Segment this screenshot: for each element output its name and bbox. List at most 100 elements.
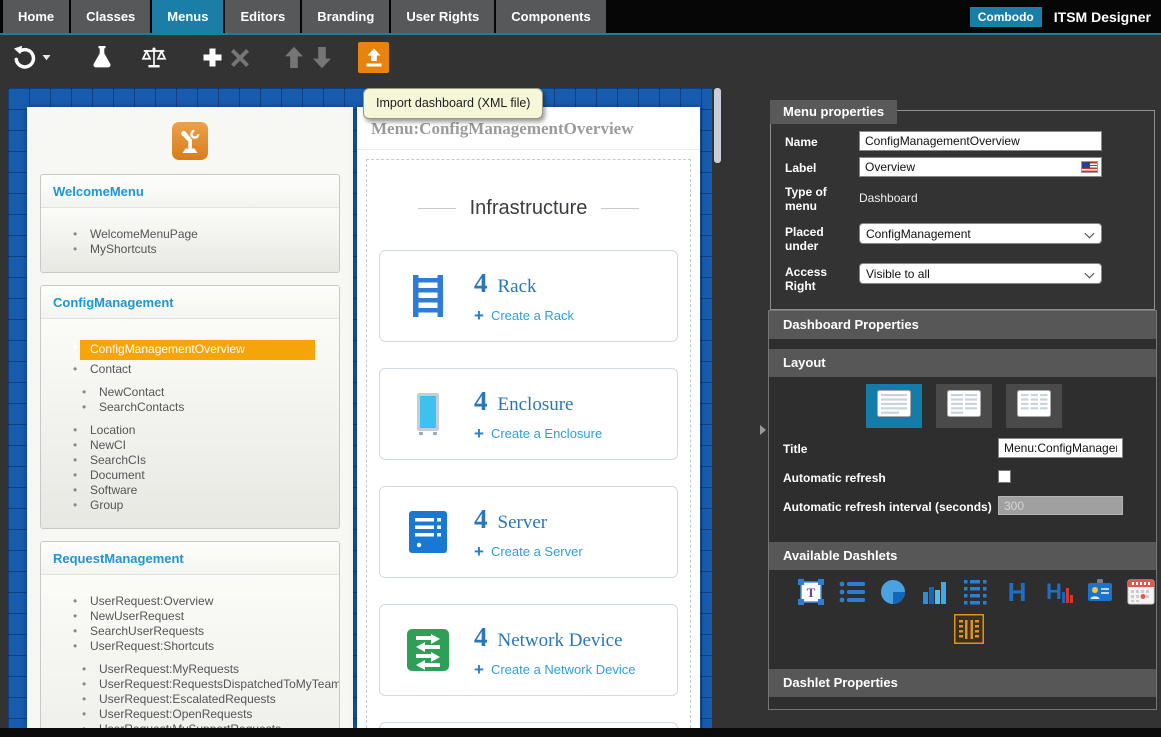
menu-tree-item-label: UserRequest:Overview — [90, 594, 213, 608]
layout-one-column-button[interactable] — [866, 384, 922, 428]
create-link[interactable]: + Create a Rack — [474, 307, 574, 324]
menu-tree-item[interactable]: Group — [41, 498, 339, 513]
menu-tree-item[interactable]: UserRequest:EscalatedRequests — [41, 692, 339, 707]
panel-expander-icon[interactable] — [760, 425, 766, 435]
dashlet-list-button[interactable] — [837, 577, 866, 607]
nav-tab-editors[interactable]: Editors — [225, 0, 300, 33]
create-link[interactable]: + Create a Server — [474, 543, 583, 560]
us-flag-icon[interactable] — [1081, 161, 1098, 173]
layout-thumbnail-icon — [877, 390, 911, 422]
nav-tab-home[interactable]: Home — [3, 0, 69, 33]
dashlet-properties-header: Dashlet Properties — [769, 669, 1156, 697]
nav-right: Combodo ITSM Designer — [970, 0, 1151, 33]
menu-tree-item-label: ConfigManagementOverview — [80, 340, 315, 360]
available-dashlets-header: Available Dashlets — [769, 542, 1156, 570]
dashboard-properties-group: Dashboard Properties Layout — [768, 310, 1157, 710]
move-down-button[interactable] — [308, 41, 336, 75]
object-class-link[interactable]: Enclosure — [498, 394, 574, 416]
menu-tree-item[interactable]: SearchUserRequests — [41, 624, 339, 639]
nav-tab-label: Components — [511, 9, 590, 24]
available-dashlets: T H H — [769, 570, 1156, 669]
create-link[interactable]: + Create a Enclosure — [474, 425, 602, 442]
menu-section-title[interactable]: WelcomeMenu — [41, 175, 339, 208]
nav-tab-user-rights[interactable]: User Rights — [391, 0, 494, 33]
nav-tab-classes[interactable]: Classes — [71, 0, 150, 33]
object-class-link[interactable]: Network Device — [498, 630, 623, 652]
combodo-badge[interactable]: Combodo — [970, 7, 1042, 27]
app-title: ITSM Designer — [1054, 9, 1151, 25]
menu-tree-item[interactable]: Location — [41, 423, 339, 438]
label-label: Label — [785, 157, 859, 175]
menu-tree-item[interactable]: NewContact — [41, 385, 339, 400]
menu-tree-item[interactable]: Contact — [41, 362, 339, 377]
access-right-row: Access Right Visible to all — [771, 263, 1154, 293]
access-right-select[interactable]: Visible to all — [859, 263, 1102, 284]
dashlet-badge-button[interactable] — [1085, 577, 1114, 607]
nav-tab-menus[interactable]: Menus — [152, 0, 223, 33]
menu-tree-item[interactable]: Document — [41, 468, 339, 483]
placed-under-select[interactable]: ConfigManagement — [859, 223, 1102, 244]
menu-tree-item[interactable]: ConfigManagementOverview — [41, 340, 339, 360]
add-menu-button[interactable] — [198, 41, 226, 75]
dashlet-custom-grid-button[interactable] — [954, 614, 984, 644]
menu-section-title[interactable]: RequestManagement — [41, 542, 339, 575]
menu-tree-item-label: Location — [90, 423, 135, 437]
undo-dropdown-caret[interactable] — [40, 41, 52, 75]
menu-tree-item[interactable]: SearchContacts — [41, 400, 339, 415]
summary-dashlet-card[interactable]: 4 Server + Create a Server — [379, 486, 678, 578]
auto-refresh-checkbox[interactable] — [998, 470, 1011, 483]
layout-three-column-button[interactable] — [1006, 384, 1062, 428]
summary-dashlet-card[interactable]: 4 Network Device + Create a Network Devi… — [379, 604, 678, 696]
menu-tree-item[interactable]: Software — [41, 483, 339, 498]
menu-tree-item[interactable]: UserRequest:OpenRequests — [41, 707, 339, 722]
object-count: 4 — [474, 622, 488, 653]
label-input[interactable] — [859, 157, 1102, 177]
undo-button[interactable] — [10, 41, 38, 75]
menu-tree-item[interactable]: MyShortcuts — [41, 242, 339, 257]
summary-dashlet-card[interactable]: 4 Enclosure + Create a Enclosure — [379, 368, 678, 460]
menu-tree-item[interactable]: UserRequest:MyRequests — [41, 662, 339, 677]
scales-button[interactable] — [140, 41, 168, 75]
vertical-scrollbar-thumb[interactable] — [714, 88, 721, 163]
dashlet-text-button[interactable]: T — [796, 577, 825, 607]
create-link[interactable]: + Create a Network Device — [474, 661, 635, 678]
flask-button[interactable] — [88, 41, 116, 75]
menu-tree-item[interactable]: SearchCIs — [41, 453, 339, 468]
menu-tree-item[interactable]: NewUserRequest — [41, 609, 339, 624]
dashboard-edit-zone[interactable]: Infrastructure 4 Rack + — [366, 159, 691, 728]
menu-tree-item[interactable]: UserRequest:RequestsDispatchedToMyTeams — [41, 677, 339, 692]
menu-section: RequestManagement UserRequest:Overview N… — [40, 541, 340, 728]
import-dashboard-tooltip: Import dashboard (XML file) — [363, 88, 543, 119]
object-class-link[interactable]: Rack — [498, 276, 537, 298]
summary-dashlet-card[interactable]: 4 Rack + Create a Rack — [379, 250, 678, 342]
menu-tree-item[interactable]: WelcomeMenuPage — [41, 227, 339, 242]
move-up-button[interactable] — [280, 41, 308, 75]
menu-tree-item[interactable]: UserRequest:Overview — [41, 594, 339, 609]
nav-tab-label: Home — [18, 9, 54, 24]
menu-tree-item[interactable]: NewCI — [41, 438, 339, 453]
dashlet-header-chart-button[interactable]: H — [1044, 577, 1073, 607]
menu-tree-item[interactable]: UserRequest:Shortcuts — [41, 639, 339, 654]
nav-tab-branding[interactable]: Branding — [302, 0, 389, 33]
dashlet-header-button[interactable]: H — [1003, 577, 1032, 607]
dashlet-bar-chart-button[interactable] — [920, 577, 949, 607]
import-dashboard-button[interactable] — [358, 42, 389, 73]
nav-tab-components[interactable]: Components — [496, 0, 605, 33]
type-of-menu-row: Type of menu Dashboard — [771, 183, 1154, 213]
nav-tabs: Home Classes Menus Editors Branding — [3, 0, 606, 33]
object-class-link[interactable]: Server — [498, 512, 548, 534]
title-row: Title — [769, 438, 1156, 459]
dashboard-title-input[interactable] — [998, 438, 1123, 458]
menu-tree-item-label: UserRequest:Shortcuts — [90, 639, 214, 653]
menu-properties-tab: Menu properties — [770, 100, 897, 124]
card-text: 4 Server + Create a Server — [474, 504, 583, 560]
dashlet-grouped-list-button[interactable] — [961, 577, 990, 607]
dashlet-pie-chart-button[interactable] — [879, 577, 908, 607]
name-input[interactable] — [859, 131, 1102, 151]
delete-menu-button[interactable] — [226, 41, 254, 75]
refresh-interval-row: Automatic refresh interval (seconds) — [769, 496, 1156, 517]
layout-two-column-button[interactable] — [936, 384, 992, 428]
menu-section-title[interactable]: ConfigManagement — [41, 286, 339, 319]
dashlet-calendar-button[interactable] — [1127, 577, 1156, 607]
menu-tree-item-label: Document — [90, 468, 145, 482]
